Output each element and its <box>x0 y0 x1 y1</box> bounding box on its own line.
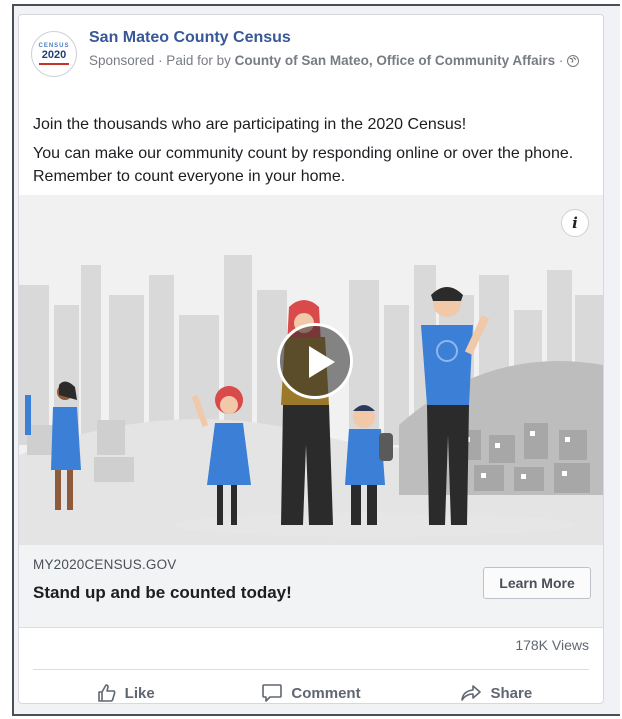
share-button[interactable]: Share <box>404 675 589 711</box>
post-actions: Like Comment Share <box>33 675 589 711</box>
comment-icon <box>261 683 283 703</box>
post-text-line1: Join the thousands who are participating… <box>33 116 467 133</box>
actions-divider <box>33 669 589 670</box>
comment-button[interactable]: Comment <box>218 675 403 711</box>
sponsored-label[interactable]: Sponsored <box>89 53 154 68</box>
post-text: Join the thousands who are participating… <box>33 113 591 194</box>
view-count[interactable]: 178K Views <box>515 637 589 653</box>
globe-icon[interactable] <box>567 55 580 67</box>
page-name-link[interactable]: San Mateo County Census <box>89 29 291 47</box>
post-header: CENSUS 2020 San Mateo County Census Spon… <box>31 29 593 91</box>
thumbs-up-icon <box>97 683 117 703</box>
avatar-logo-line2: 2020 <box>41 49 67 61</box>
video-thumbnail[interactable]: i <box>19 195 603 545</box>
post-text-line2: You can make our community count by resp… <box>33 145 574 185</box>
ad-info-button[interactable]: i <box>561 209 589 237</box>
comment-label: Comment <box>291 684 361 702</box>
cta-bar[interactable]: MY2020CENSUS.GOV Stand up and be counted… <box>19 545 603 628</box>
link-headline[interactable]: Stand up and be counted today! <box>33 583 292 603</box>
share-arrow-icon <box>460 683 482 703</box>
avatar-logo-bar <box>39 63 69 65</box>
sponsored-post-card: CENSUS 2020 San Mateo County Census Spon… <box>18 14 604 704</box>
link-domain: MY2020CENSUS.GOV <box>33 557 177 572</box>
like-button[interactable]: Like <box>33 675 218 711</box>
post-meta: Sponsored · Paid for by County of San Ma… <box>89 51 589 70</box>
like-label: Like <box>124 684 155 702</box>
share-label: Share <box>490 684 533 702</box>
learn-more-button[interactable]: Learn More <box>483 567 591 599</box>
play-icon[interactable] <box>277 323 353 399</box>
avatar[interactable]: CENSUS 2020 <box>31 31 77 77</box>
paid-for-entity: County of San Mateo, Office of Community… <box>234 53 556 68</box>
meta-separator: · <box>555 53 568 68</box>
paid-for-prefix: · Paid for by <box>154 53 235 68</box>
